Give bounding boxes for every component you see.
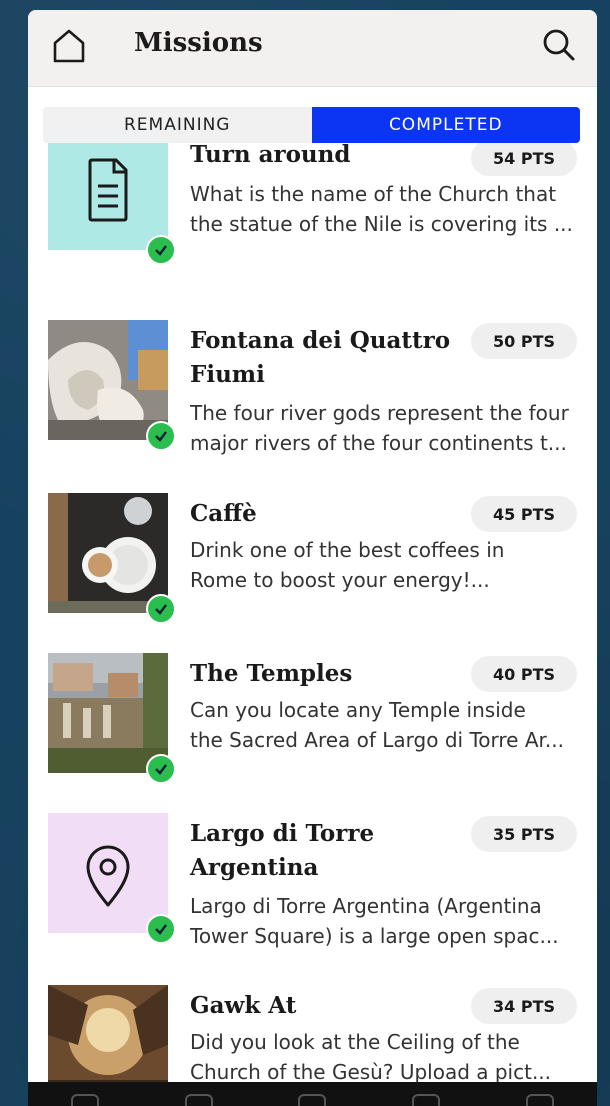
mission-description: Drink one of the best coffees in Rome to … [190,538,505,592]
points-badge: 50 PTS [471,323,577,359]
mission-item-caffe[interactable]: Caffè 45 PTS Drink one of the best coffe… [28,493,597,653]
points-badge: 40 PTS [471,656,577,692]
mission-description: What is the name of the Church that the s… [190,182,573,236]
mission-item-largo[interactable]: Largo di Torre Argentina 35 PTS Largo di… [28,813,597,973]
mission-thumbnail [48,320,168,440]
nav-profile-icon[interactable] [526,1094,555,1106]
points-badge: 34 PTS [471,988,577,1024]
mission-description: Largo di Torre Argentina (Argentina Tower… [190,894,559,948]
app-screen: Missions REMAINING COMPLETED Turn around… [28,10,597,1106]
tab-completed[interactable]: COMPLETED [311,107,580,143]
nav-missions-icon[interactable] [70,1094,99,1106]
fountain-photo [48,320,168,440]
points-badge: 45 PTS [471,496,577,532]
mission-item-gawk-at[interactable]: Gawk At 34 PTS Did you look at the Ceili… [28,985,597,1083]
mission-thumbnail [48,813,168,933]
home-icon [53,29,85,63]
mission-description: Did you look at the Ceiling of the Church… [190,1030,552,1083]
search-button[interactable] [539,25,579,65]
mission-name: Turn around [190,143,351,168]
points-badge: 35 PTS [471,816,577,852]
mission-list[interactable]: Turn around 54 PTS What is the name of t… [28,143,597,1083]
mission-thumbnail [48,985,168,1083]
search-icon [543,29,575,61]
mission-item-turn-around[interactable]: Turn around 54 PTS What is the name of t… [28,143,597,290]
mission-name: Fontana dei Quattro Fiumi [190,327,451,388]
ceiling-photo [48,985,168,1083]
completed-check-icon [146,914,176,944]
mission-tabs: REMAINING COMPLETED [43,107,580,143]
mission-name: Caffè [190,500,257,527]
completed-check-icon [146,421,176,451]
completed-check-icon [146,235,176,265]
page-title: Missions [134,28,263,58]
nav-list-icon[interactable] [184,1094,213,1106]
nav-home-icon[interactable] [298,1094,327,1106]
completed-check-icon [146,594,176,624]
home-button[interactable] [48,25,90,67]
tab-remaining[interactable]: REMAINING [43,107,312,143]
temples-photo [48,653,168,773]
completed-check-icon [146,754,176,784]
nav-map-icon[interactable] [412,1094,441,1106]
map-pin-icon [48,813,168,933]
mission-name: Gawk At [190,992,297,1019]
mission-thumbnail [48,493,168,613]
mission-thumbnail [48,143,168,250]
mission-name: Largo di Torre Argentina [190,820,375,881]
mission-description: Can you locate any Temple inside the Sacr… [190,698,564,752]
mission-item-temples[interactable]: The Temples 40 PTS Can you locate any Te… [28,653,597,813]
document-icon [48,143,168,250]
top-bar: Missions [28,10,597,87]
bottom-nav-bar [28,1082,597,1106]
coffee-photo [48,493,168,613]
mission-thumbnail [48,653,168,773]
mission-description: The four river gods represent the four ma… [190,401,569,455]
mission-name: The Temples [190,660,353,687]
points-badge: 54 PTS [471,143,577,176]
mission-item-fontana[interactable]: Fontana dei Quattro Fiumi 50 PTS The fou… [28,320,597,480]
